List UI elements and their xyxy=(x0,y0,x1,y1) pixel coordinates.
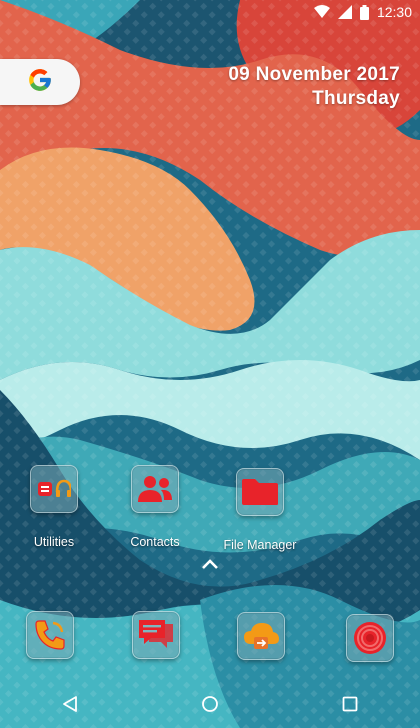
app-file-manager[interactable]: File Manager xyxy=(210,468,310,552)
wifi-icon xyxy=(313,5,330,19)
folder-icon xyxy=(236,468,284,516)
signal-icon xyxy=(337,5,352,19)
app-label: Utilities xyxy=(33,535,75,549)
app-utilities[interactable]: Utilities xyxy=(4,465,104,549)
date-widget[interactable]: 09 November 2017 Thursday xyxy=(228,63,400,111)
dock-camera[interactable] xyxy=(320,614,420,662)
camera-icon xyxy=(346,614,394,662)
back-icon xyxy=(63,696,77,712)
status-time: 12:30 xyxy=(376,4,412,20)
contacts-icon xyxy=(131,465,179,513)
date-text: 09 November 2017 xyxy=(228,64,400,85)
cloud-sync-icon xyxy=(237,612,285,660)
dock-cloud-sync[interactable] xyxy=(211,612,311,660)
messages-icon xyxy=(132,611,180,659)
dock-phone[interactable] xyxy=(0,611,100,659)
back-button[interactable] xyxy=(46,680,94,728)
status-bar: 12:30 xyxy=(0,0,420,24)
google-search-button[interactable] xyxy=(0,59,80,105)
app-contacts[interactable]: Contacts xyxy=(105,465,205,549)
dock-messages[interactable] xyxy=(106,611,206,659)
utilities-icon xyxy=(30,465,78,513)
recents-icon xyxy=(342,696,358,712)
phone-icon xyxy=(26,611,74,659)
app-label: Contacts xyxy=(130,535,180,549)
home-icon xyxy=(202,696,218,712)
battery-icon xyxy=(359,4,369,20)
app-label: File Manager xyxy=(223,538,297,552)
google-logo-icon xyxy=(27,67,53,98)
navigation-bar xyxy=(0,680,420,728)
app-drawer-arrow-icon[interactable] xyxy=(200,557,220,571)
day-text: Thursday xyxy=(312,88,400,109)
recents-button[interactable] xyxy=(326,680,374,728)
home-button[interactable] xyxy=(186,680,234,728)
